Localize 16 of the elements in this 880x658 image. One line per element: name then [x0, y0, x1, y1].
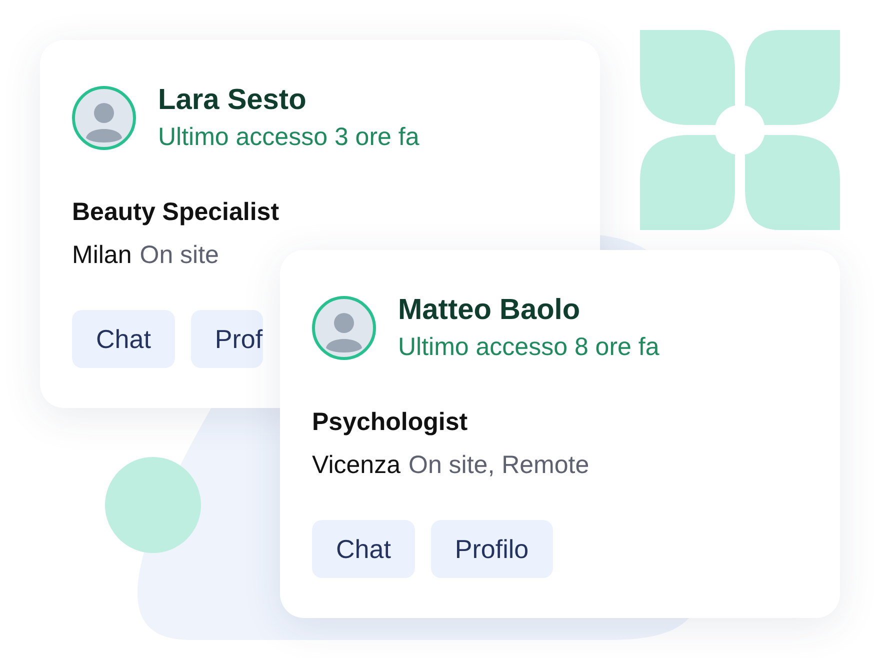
work-mode-text: On site	[140, 241, 219, 270]
work-mode-text: On site, Remote	[408, 451, 590, 480]
profile-button[interactable]: Profilo	[430, 520, 553, 578]
job-title: Psychologist	[312, 408, 469, 437]
profile-button[interactable]: Prof	[190, 310, 263, 368]
person-name: Lara Sesto	[158, 84, 308, 117]
job-title: Beauty Specialist	[72, 198, 280, 227]
avatar-icon	[312, 296, 376, 360]
chat-button[interactable]: Chat	[312, 520, 415, 578]
avatar-icon	[72, 86, 136, 150]
chat-button[interactable]: Chat	[72, 310, 175, 368]
last-seen-text: Ultimo accesso 8 ore fa	[398, 333, 660, 362]
person-name: Matteo Baolo	[398, 294, 582, 327]
last-seen-text: Ultimo accesso 3 ore fa	[158, 123, 420, 152]
city-text: Milan	[72, 241, 132, 270]
city-text: Vicenza	[312, 451, 400, 480]
